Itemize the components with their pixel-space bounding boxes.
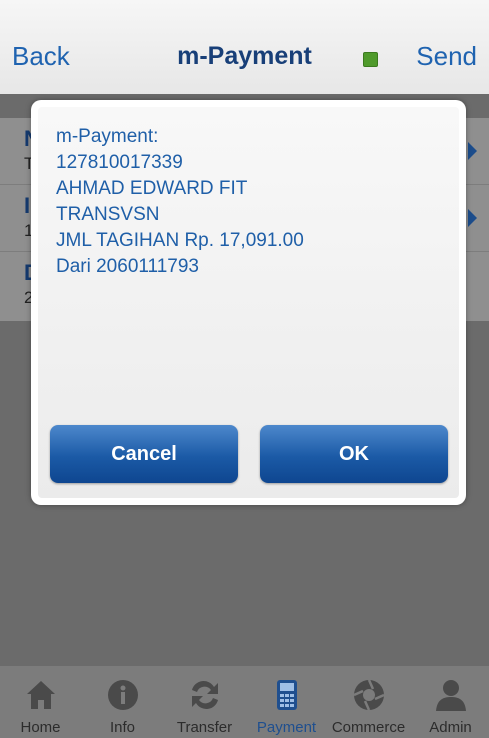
commerce-icon (352, 678, 386, 712)
dialog-message-line: Dari 2060111793 (56, 256, 199, 277)
tab-home[interactable]: Home (0, 666, 81, 738)
transfer-icon (188, 678, 222, 712)
tab-label: Payment (256, 719, 317, 736)
status-indicator (363, 52, 378, 67)
tab-label: Transfer (176, 719, 233, 736)
tab-payment[interactable]: Payment (246, 666, 327, 738)
chevron-right-icon (468, 209, 477, 227)
tab-admin[interactable]: Admin (410, 666, 489, 738)
tab-label: Home (20, 719, 61, 736)
tab-transfer[interactable]: Transfer (164, 666, 245, 738)
info-icon (106, 678, 140, 712)
admin-icon (434, 678, 468, 712)
tab-commerce[interactable]: Commerce (328, 666, 409, 738)
chevron-right-icon (468, 142, 477, 160)
tab-label: Admin (429, 719, 472, 736)
tab-label: Info (109, 719, 136, 736)
home-icon (24, 678, 58, 712)
nav-header: Back m-Payment Send (0, 0, 489, 94)
bottom-tab-bar: Home Info Transfer Payment Commerce Admi… (0, 666, 489, 738)
tab-label: Commerce (331, 719, 406, 736)
form-row-label: I (24, 193, 31, 218)
send-button[interactable]: Send (416, 41, 477, 72)
tab-info[interactable]: Info (82, 666, 163, 738)
cancel-button[interactable]: Cancel (50, 425, 238, 483)
payment-icon (270, 678, 304, 712)
dialog-message-line: JML TAGIHAN Rp. 17,091.00 (56, 230, 304, 251)
confirmation-dialog: m-Payment: 127810017339 AHMAD EDWARD FIT… (31, 100, 466, 505)
dialog-message-line: m-Payment: (56, 126, 159, 147)
dialog-message-line: 127810017339 (56, 152, 183, 173)
dialog-message-line: TRANSVSN (56, 204, 160, 225)
dialog-body: m-Payment: 127810017339 AHMAD EDWARD FIT… (38, 107, 459, 498)
dialog-message-line: AHMAD EDWARD FIT (56, 178, 248, 199)
ok-button[interactable]: OK (260, 425, 448, 483)
